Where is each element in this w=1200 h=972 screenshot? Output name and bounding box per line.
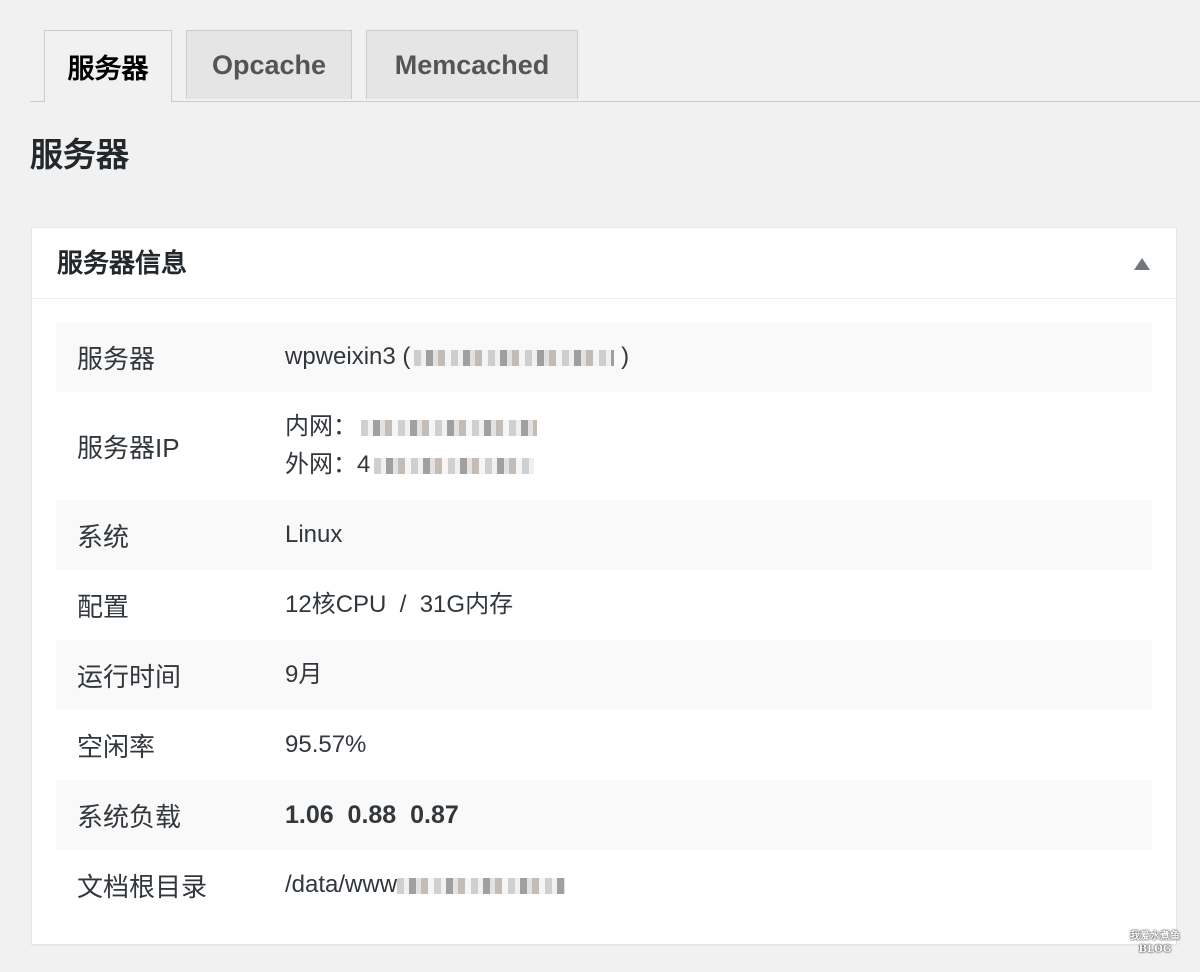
redacted-block [397,877,566,894]
server-hostname: wpweixin3 ( [285,343,411,370]
tab-server[interactable]: 服务器 [44,30,172,102]
tab-memcached[interactable]: Memcached [366,30,578,99]
redacted-block [374,457,535,474]
row-label: 服务器IP [77,432,180,463]
tab-opcache[interactable]: Opcache [186,30,352,99]
redacted-block [414,349,615,366]
row-value: 95.57% [285,710,366,780]
row-value: /data/www [285,850,566,920]
row-value: wpweixin3 ( ) [285,322,629,392]
watermark-line2: BLOG [1138,944,1172,955]
row-label: 空闲率 [77,731,156,762]
uptime-value: 9月 [285,661,323,688]
row-value: Linux [285,500,342,570]
idle-value: 95.57% [285,731,367,758]
row-label: 运行时间 [77,661,182,692]
page-title: 服务器 [30,136,129,173]
outer-ip-label: 外网：4 [285,451,371,478]
row-label: 系统负载 [77,801,182,832]
table-row-os: 系统 Linux [56,500,1152,570]
server-info-table: 服务器 wpweixin3 ( ) 服务器IP 内网： 外网：4 系统 Linu… [56,322,1152,920]
blog-watermark: 我爱水煮鱼 BLOG [1124,930,1186,958]
row-value: 9月 [285,640,322,710]
table-row-server: 服务器 wpweixin3 ( ) [56,322,1152,392]
server-hostname-end: ) [621,343,630,370]
table-row-idle: 空闲率 95.57% [56,710,1152,780]
row-value: 内网： 外网：4 [285,392,537,500]
load-value: 1.06 0.88 0.87 [285,801,459,829]
postbox-header[interactable]: 服务器信息 [32,228,1176,299]
watermark-line1: 我爱水煮鱼 [1130,931,1180,942]
page: 服务器 Opcache Memcached 服务器 服务器信息 服务器 wpwe… [0,0,1200,972]
server-info-postbox: 服务器信息 服务器 wpweixin3 ( ) 服务器IP 内网： 外网：4 系… [31,227,1177,945]
table-row-docroot: 文档根目录 /data/www [56,850,1152,920]
inner-ip-label: 内网： [285,413,357,440]
nav-tab-wrapper: 服务器 Opcache Memcached [30,30,1200,102]
row-label: 服务器 [77,343,156,374]
config-value: 12核CPU / 31G内存 [285,591,514,618]
row-value: 12核CPU / 31G内存 [285,570,513,640]
os-value: Linux [285,521,343,548]
row-label: 配置 [77,591,130,622]
table-row-server-ip: 服务器IP 内网： 外网：4 [56,392,1152,500]
postbox-title: 服务器信息 [57,248,188,278]
table-row-uptime: 运行时间 9月 [56,640,1152,710]
table-row-load: 系统负载 1.06 0.88 0.87 [56,780,1152,850]
row-value: 1.06 0.88 0.87 [285,780,459,850]
docroot-value: /data/www [285,871,398,898]
triangle-up-icon[interactable] [1134,258,1150,270]
row-label: 文档根目录 [77,871,208,902]
redacted-block [361,419,537,436]
table-row-config: 配置 12核CPU / 31G内存 [56,570,1152,640]
row-label: 系统 [77,521,130,552]
